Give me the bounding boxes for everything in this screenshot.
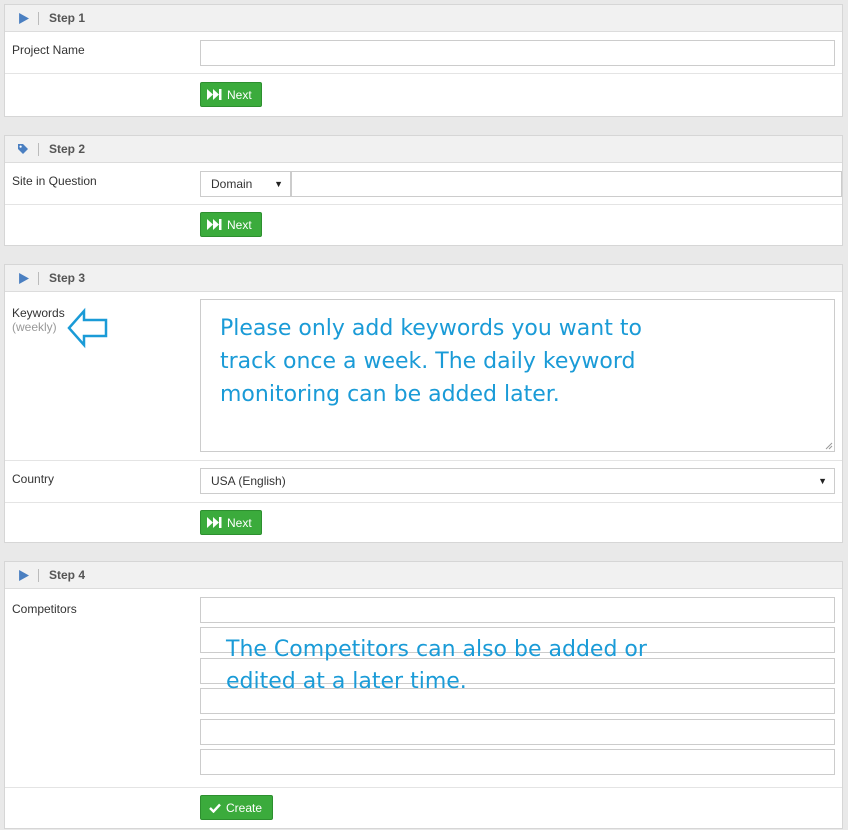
keywords-label-group: Keywords (weekly): [12, 306, 65, 334]
arrow-left-icon: [67, 307, 108, 349]
step-4-panel: Step 4 Competitors The Competitors can a…: [4, 561, 843, 829]
country-value: USA (English): [211, 474, 286, 488]
header-divider: [38, 271, 39, 285]
site-type-value: Domain: [211, 177, 253, 191]
site-row: Site in Question Domain ▼: [5, 163, 842, 205]
site-label: Site in Question: [12, 174, 97, 188]
competitor-input[interactable]: [200, 749, 835, 775]
fast-forward-icon: [207, 219, 222, 230]
resize-grip-icon[interactable]: [825, 442, 833, 450]
play-icon: [16, 568, 30, 582]
step-1-actions: Next: [5, 74, 842, 116]
keywords-hint: Please only add keywords you want to tra…: [220, 316, 642, 407]
step-4-header[interactable]: Step 4: [5, 562, 842, 589]
project-name-input[interactable]: [200, 40, 835, 66]
fast-forward-icon: [207, 517, 222, 528]
play-icon: [16, 271, 30, 285]
create-label: Create: [226, 800, 263, 815]
step-1-header[interactable]: Step 1: [5, 5, 842, 32]
play-icon: [16, 11, 30, 25]
project-name-row: Project Name: [5, 32, 842, 74]
keywords-label: Keywords: [12, 306, 65, 320]
step-3-next-button[interactable]: Next: [200, 510, 262, 535]
step-2-panel: Step 2 Site in Question Domain ▼ Next: [4, 135, 843, 246]
step-2-actions: Next: [5, 205, 842, 245]
step-1-panel: Step 1 Project Name Next: [4, 4, 843, 117]
competitors-hint: The Competitors can also be added or edi…: [226, 637, 647, 694]
site-url-input[interactable]: [291, 171, 842, 197]
country-select[interactable]: USA (English) ▼: [200, 468, 835, 494]
keywords-row: Keywords (weekly) Please only add keywor…: [5, 292, 842, 461]
competitor-input[interactable]: [200, 597, 835, 623]
keywords-textarea[interactable]: Please only add keywords you want to tra…: [200, 299, 835, 452]
step-3-header[interactable]: Step 3: [5, 265, 842, 292]
step-3-actions: Next: [5, 503, 842, 543]
header-divider: [38, 142, 39, 156]
checkmark-icon: [209, 803, 221, 813]
step-2-next-label: Next: [227, 217, 252, 232]
step-3-next-label: Next: [227, 515, 252, 530]
step-3-panel: Step 3 Keywords (weekly) Please only add…: [4, 264, 843, 543]
competitors-row: Competitors The Competitors can also be …: [5, 589, 842, 788]
keywords-sublabel: (weekly): [12, 320, 57, 334]
step-1-next-label: Next: [227, 87, 252, 102]
step-4-title: Step 4: [49, 568, 86, 582]
header-divider: [38, 11, 39, 25]
step-2-header[interactable]: Step 2: [5, 136, 842, 163]
fast-forward-icon: [207, 89, 222, 100]
create-button[interactable]: Create: [200, 795, 274, 820]
project-name-label: Project Name: [12, 43, 85, 57]
header-divider: [38, 568, 39, 582]
site-type-select[interactable]: Domain ▼: [200, 171, 291, 197]
country-row: Country USA (English) ▼: [5, 461, 842, 503]
step-3-title: Step 3: [49, 271, 86, 285]
competitors-label: Competitors: [12, 602, 77, 616]
chevron-down-icon: ▼: [818, 476, 827, 486]
step-2-title: Step 2: [49, 142, 86, 156]
chevron-down-icon: ▼: [274, 179, 283, 189]
step-1-title: Step 1: [49, 11, 86, 25]
country-label: Country: [12, 472, 55, 486]
step-2-next-button[interactable]: Next: [200, 212, 262, 237]
tag-icon: [16, 142, 30, 156]
step-1-next-button[interactable]: Next: [200, 82, 262, 107]
step-4-actions: Create: [5, 788, 842, 828]
competitor-input[interactable]: [200, 719, 835, 745]
